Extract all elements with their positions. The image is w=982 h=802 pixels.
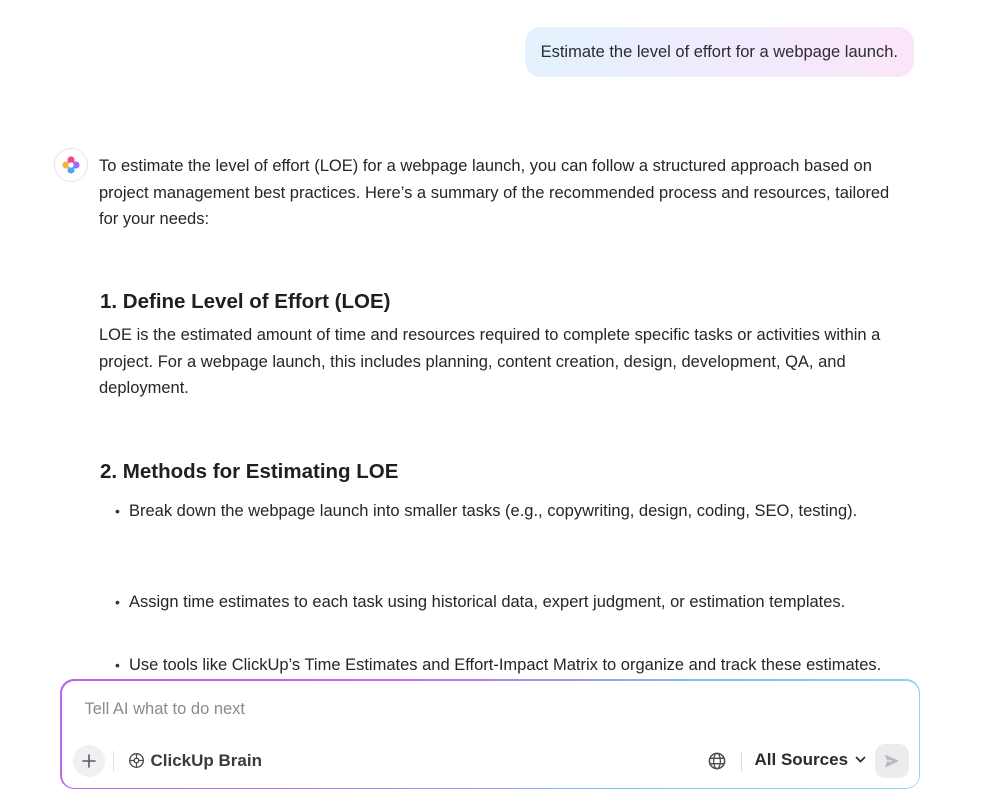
- plus-icon: [81, 753, 96, 768]
- sources-label: All Sources: [754, 749, 849, 769]
- ai-response: To estimate the level of effort (LOE) fo…: [99, 153, 899, 678]
- clickup-brain-button[interactable]: ClickUp Brain: [128, 751, 262, 771]
- section-heading-methods: 2. Methods for Estimating LOE: [100, 460, 399, 483]
- ai-composer: ClickUp Brain All Sources: [60, 679, 920, 789]
- send-button[interactable]: [874, 743, 909, 778]
- divider: [740, 750, 742, 771]
- divider: [112, 750, 114, 771]
- list-item: Use tools like ClickUp’s Time Estimates …: [115, 652, 895, 679]
- brain-label: ClickUp Brain: [150, 750, 262, 770]
- user-message-bubble: Estimate the level of effort for a webpa…: [524, 27, 914, 77]
- methods-bullet-list: Break down the webpage launch into small…: [115, 498, 895, 678]
- section-text-define-loe: LOE is the estimated amount of time and …: [99, 326, 881, 397]
- user-message-text: Estimate the level of effort for a webpa…: [540, 42, 898, 61]
- list-item: Assign time estimates to each task using…: [115, 589, 905, 616]
- clickup-brain-logo-icon: [62, 156, 80, 174]
- add-attachment-button[interactable]: [72, 744, 105, 777]
- send-icon: [884, 754, 899, 767]
- prompt-input[interactable]: [84, 699, 845, 719]
- ai-avatar: [54, 148, 88, 182]
- list-item: Break down the webpage launch into small…: [115, 498, 895, 525]
- section-heading-define-loe: 1. Define Level of Effort (LOE): [100, 290, 391, 313]
- brain-icon: [128, 752, 144, 769]
- web-search-button[interactable]: [707, 751, 727, 771]
- chat-page: Estimate the level of effort for a webpa…: [0, 0, 982, 802]
- composer-inner: ClickUp Brain All Sources: [61, 680, 919, 788]
- chevron-down-icon: [855, 756, 866, 763]
- globe-icon: [708, 752, 725, 769]
- ai-intro-text: To estimate the level of effort (LOE) fo…: [99, 157, 890, 228]
- sources-dropdown[interactable]: All Sources: [755, 750, 868, 770]
